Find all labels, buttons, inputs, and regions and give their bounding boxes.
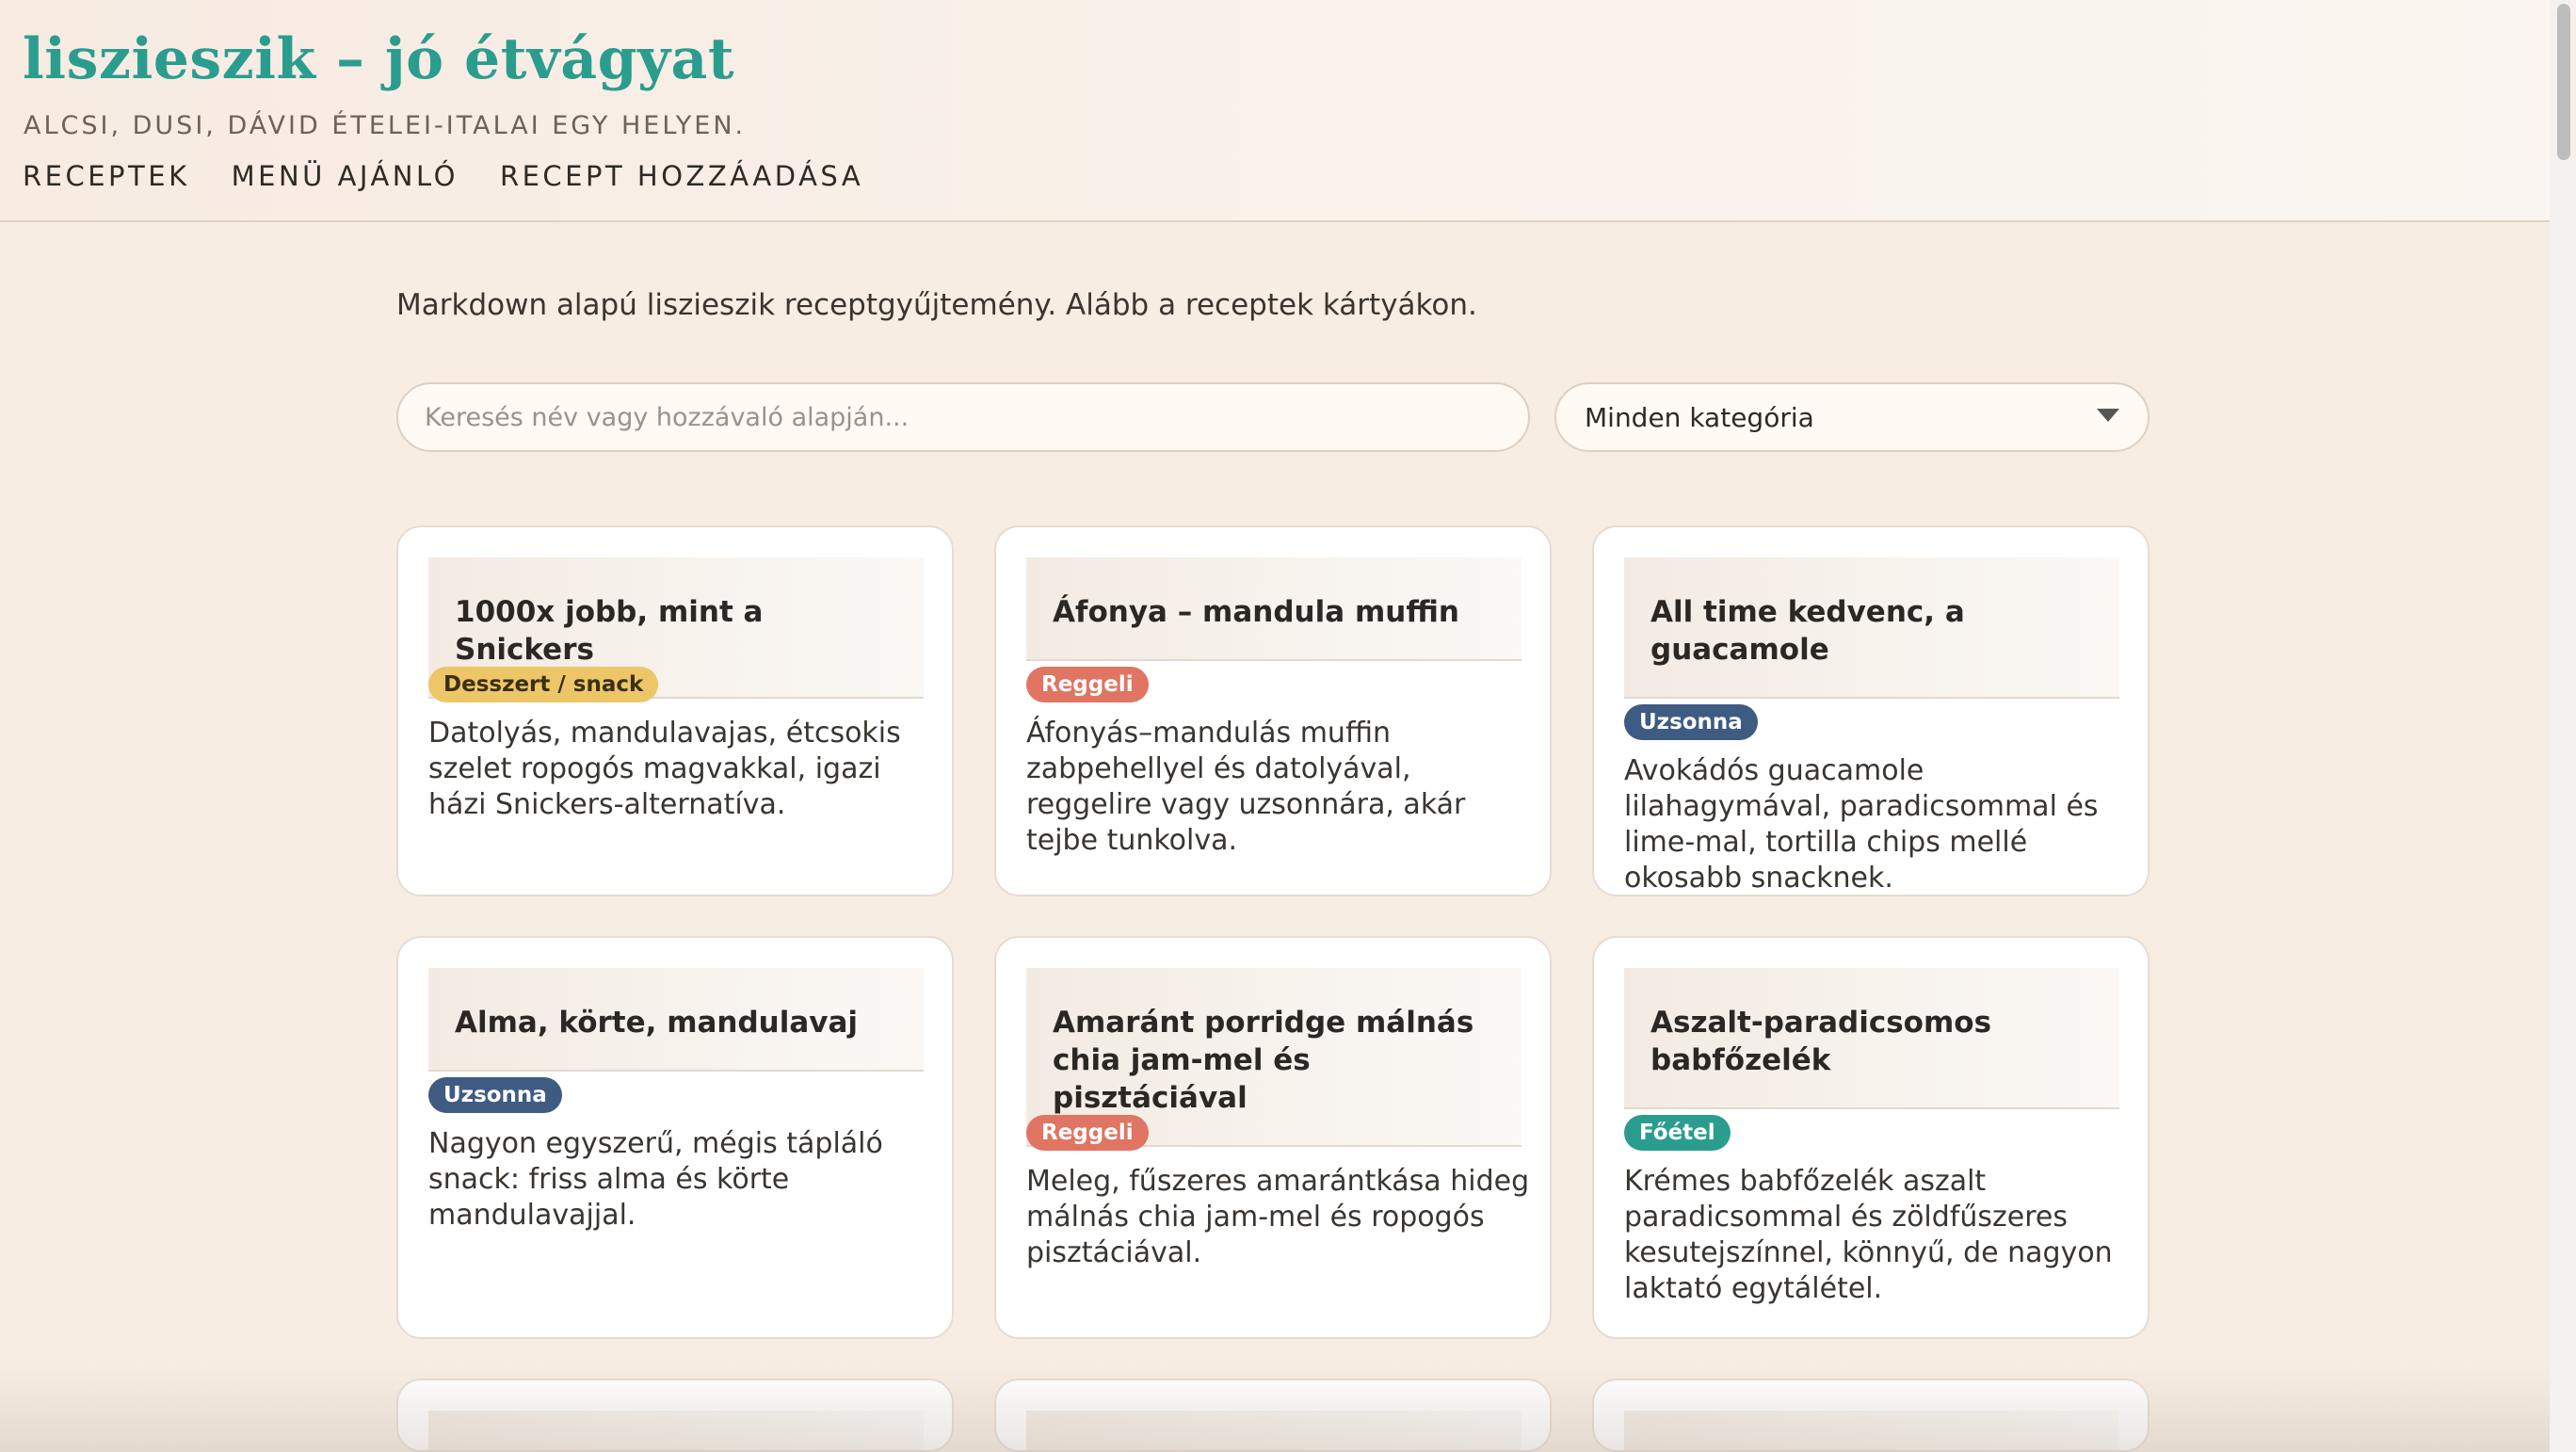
recipe-title[interactable]: All time kedvenc, a guacamole <box>1650 593 2093 669</box>
recipe-description: Nagyon egyszerű, mégis tápláló snack: fr… <box>428 1127 883 1232</box>
intro-text: Markdown alapú liszieszik receptgyűjtemé… <box>396 288 1477 322</box>
recipe-title[interactable]: Amaránt porridge málnás chia jam-mel és … <box>1053 1004 1495 1117</box>
recipe-card-header: Alma, körte, mandulavaj <box>428 968 924 1072</box>
category-select[interactable]: Minden kategória <box>1554 382 2149 452</box>
recipe-title[interactable]: Áfonya – mandula muffin <box>1053 593 1495 631</box>
recipe-card-header <box>428 1411 924 1450</box>
category-badge: Uzsonna <box>428 1077 562 1113</box>
category-badge: Uzsonna <box>1624 704 1758 740</box>
category-select-value: Minden kategória <box>1585 401 1814 433</box>
nav-link-menu-recommender[interactable]: MENÜ AJÁNLÓ <box>232 160 459 192</box>
recipe-card-partial[interactable] <box>994 1379 1552 1452</box>
recipe-description: Áfonyás–mandulás muffin zabpehellyel és … <box>1026 717 1466 857</box>
recipe-card[interactable]: Aszalt-paradicsomos babfőzelék Főétel Kr… <box>1592 936 2149 1339</box>
scrollbar-thumb[interactable] <box>2557 4 2570 160</box>
site-subtitle: ALCSI, DUSI, DÁVID ÉTELEI-ITALAI EGY HEL… <box>24 111 747 140</box>
scrollbar-track[interactable] <box>2550 0 2576 1452</box>
recipe-title[interactable]: 1000x jobb, mint a Snickers <box>455 593 897 669</box>
recipe-card-header <box>1624 1411 2119 1450</box>
recipe-description: Avokádós guacamole lilahagymával, paradi… <box>1624 754 2099 895</box>
site-header: liszieszik – jó étvágyat ALCSI, DUSI, DÁ… <box>0 0 2550 222</box>
recipe-description: Krémes babfőzelék aszalt paradicsommal é… <box>1624 1165 2113 1305</box>
site-title[interactable]: liszieszik – jó étvágyat <box>23 26 734 92</box>
category-badge: Desszert / snack <box>428 667 659 702</box>
chevron-down-icon <box>2097 409 2119 422</box>
recipe-card[interactable]: Alma, körte, mandulavaj Uzsonna Nagyon e… <box>396 936 954 1339</box>
category-badge: Reggeli <box>1026 667 1149 702</box>
recipe-card-header: Aszalt-paradicsomos babfőzelék <box>1624 968 2119 1109</box>
recipe-description: Datolyás, mandulavajas, étcsokis szelet … <box>428 717 901 821</box>
recipe-card-header <box>1026 1411 1521 1450</box>
recipe-card-partial[interactable] <box>1592 1379 2149 1452</box>
recipe-title[interactable]: Alma, körte, mandulavaj <box>455 1004 897 1041</box>
recipe-description: Meleg, fűszeres amarántkása hideg málnás… <box>1026 1165 1530 1269</box>
recipe-card-partial[interactable] <box>396 1379 954 1452</box>
recipe-title[interactable]: Aszalt-paradicsomos babfőzelék <box>1650 1004 2093 1079</box>
category-badge: Főétel <box>1624 1115 1731 1151</box>
recipe-card[interactable]: Amaránt porridge málnás chia jam-mel és … <box>994 936 1552 1339</box>
nav-link-recipes[interactable]: RECEPTEK <box>23 160 190 192</box>
recipe-card-header: Áfonya – mandula muffin <box>1026 557 1521 661</box>
category-badge: Reggeli <box>1026 1115 1149 1151</box>
nav-link-add-recipe[interactable]: RECEPT HOZZÁADÁSA <box>500 160 863 192</box>
recipe-card-header: All time kedvenc, a guacamole <box>1624 557 2119 699</box>
main-nav: RECEPTEK MENÜ AJÁNLÓ RECEPT HOZZÁADÁSA <box>23 160 863 192</box>
recipe-card[interactable]: Áfonya – mandula muffin Reggeli Áfonyás–… <box>994 525 1552 896</box>
recipe-card[interactable]: 1000x jobb, mint a Snickers Desszert / s… <box>396 525 954 896</box>
recipe-card[interactable]: All time kedvenc, a guacamole Uzsonna Av… <box>1592 525 2149 896</box>
search-input[interactable] <box>396 382 1530 452</box>
